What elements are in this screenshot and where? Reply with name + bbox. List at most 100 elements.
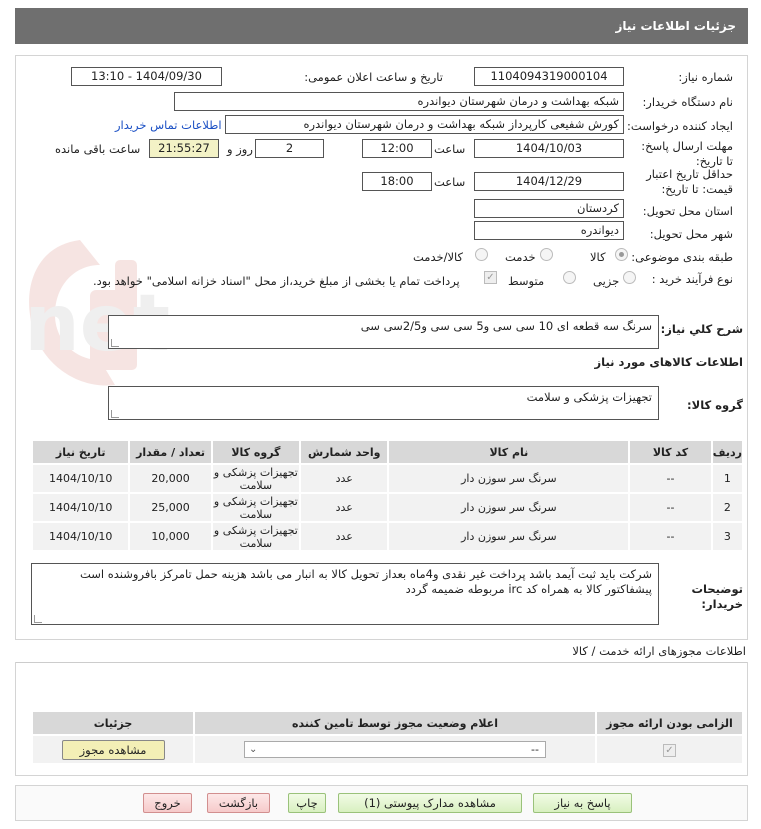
col-code: کد کالا xyxy=(630,441,711,463)
cell-unit: عدد xyxy=(301,494,388,521)
category-radio-goods[interactable] xyxy=(615,248,628,261)
required-checkbox[interactable]: ✓ xyxy=(663,743,676,757)
table-row[interactable]: 2 -- سرنگ سر سوزن دار عدد تجهیزات پزشکی … xyxy=(33,494,742,521)
days-field[interactable]: 2 xyxy=(255,139,324,158)
cell-name: سرنگ سر سوزن دار xyxy=(389,465,629,492)
cell-group: تجهیزات پزشکی و سلامت xyxy=(212,523,300,550)
buyer-org-field[interactable]: شبکه بهداشت و درمان شهرستان دیواندره xyxy=(174,92,624,111)
cell-row: 3 xyxy=(712,523,742,550)
table-row[interactable]: 3 -- سرنگ سر سوزن دار عدد تجهیزات پزشکی … xyxy=(33,523,742,550)
cell-date: 1404/10/10 xyxy=(33,523,129,550)
cell-date: 1404/10/10 xyxy=(33,465,129,492)
license-heading: اطلاعات مجوزهای ارائه خدمت / کالا xyxy=(572,644,746,658)
reply-button[interactable]: پاسخ به نیاز xyxy=(533,793,632,813)
cell-row: 2 xyxy=(712,494,742,521)
resize-handle-icon[interactable] xyxy=(111,410,119,418)
summary-label: شرح کلي نياز: xyxy=(660,322,743,336)
cell-qty: 25,000 xyxy=(130,494,211,521)
buyer-notes-textarea[interactable]: شرکت باید ثبت آیمد باشد پرداخت غیر نقدی … xyxy=(31,563,659,625)
cell-required: ✓ xyxy=(597,736,742,763)
creator-label: ایجاد کننده درخواست: xyxy=(627,119,733,133)
back-button[interactable]: بازگشت xyxy=(207,793,270,813)
col-row: ردیف xyxy=(712,441,742,463)
view-license-button[interactable]: مشاهده مجوز xyxy=(61,739,165,760)
license-table-header: الزامی بودن ارائه مجوز اعلام وضعیت مجوز … xyxy=(33,712,742,734)
col-date: تاریخ نیاز xyxy=(33,441,129,463)
announce-field[interactable]: 1404/09/30 - 13:10 xyxy=(71,67,222,86)
process-radio-medium[interactable] xyxy=(563,271,576,284)
city-field[interactable]: دیواندره xyxy=(474,221,624,240)
cell-code: -- xyxy=(630,494,711,521)
items-table: ردیف کد کالا نام کالا واحد شمارش گروه کا… xyxy=(31,439,744,552)
chevron-down-icon: ⌄ xyxy=(249,744,258,755)
col-qty: تعداد / مقدار xyxy=(130,441,211,463)
cell-status: -- ⌄ xyxy=(195,736,595,763)
deadline-time-label: ساعت xyxy=(434,142,466,156)
process-option-medium: متوسط xyxy=(508,274,545,288)
buyer-notes-text: شرکت باید ثبت آیمد باشد پرداخت غیر نقدی … xyxy=(79,567,652,596)
category-radio-service[interactable] xyxy=(540,248,553,261)
days-label: روز و xyxy=(227,142,253,156)
cell-group: تجهیزات پزشکی و سلامت xyxy=(212,494,300,521)
need-number-field[interactable]: 1104094319000104 xyxy=(474,67,624,86)
goods-heading: اطلاعات کالاهای مورد نیاز xyxy=(594,355,743,369)
category-radio-both[interactable] xyxy=(475,248,488,261)
cell-code: -- xyxy=(630,465,711,492)
goods-group-label: گروه کالا: xyxy=(687,398,743,412)
treasury-checkbox[interactable]: ✓ xyxy=(484,271,497,284)
province-field[interactable]: کردستان xyxy=(474,199,624,218)
items-table-header: ردیف کد کالا نام کالا واحد شمارش گروه کا… xyxy=(33,441,742,463)
process-label: نوع فرآیند خرید : xyxy=(651,272,733,286)
contact-info-link[interactable]: اطلاعات تماس خریدار xyxy=(115,118,222,132)
cell-group: تجهیزات پزشکی و سلامت xyxy=(212,465,300,492)
cell-unit: عدد xyxy=(301,465,388,492)
process-option-minor: جزیی xyxy=(593,274,620,288)
process-radio-minor[interactable] xyxy=(623,271,636,284)
validity-time-label: ساعت xyxy=(434,175,466,189)
validity-time-field[interactable]: 18:00 xyxy=(362,172,432,191)
validity-date-field[interactable]: 1404/12/29 xyxy=(474,172,624,191)
cell-qty: 10,000 xyxy=(130,523,211,550)
license-status-select[interactable]: -- ⌄ xyxy=(244,741,546,758)
resize-handle-icon[interactable] xyxy=(111,339,119,347)
col-group: گروه کالا xyxy=(212,441,300,463)
cell-details: مشاهده مجوز xyxy=(33,736,193,763)
creator-field[interactable]: کورش شفیعی کارپرداز شبکه بهداشت و درمان … xyxy=(225,115,624,134)
resize-handle-icon[interactable] xyxy=(34,615,42,623)
cell-unit: عدد xyxy=(301,523,388,550)
table-row[interactable]: 1 -- سرنگ سر سوزن دار عدد تجهیزات پزشکی … xyxy=(33,465,742,492)
summary-textarea[interactable]: سرنگ سه قطعه ای 10 سی سی و5 سی سی و2/5سی… xyxy=(108,315,659,349)
page-title: جزئیات اطلاعات نیاز xyxy=(15,8,748,44)
need-number-label: شماره نیاز: xyxy=(678,70,733,84)
col-required: الزامی بودن ارائه مجوز xyxy=(597,712,742,734)
buyer-notes-label: توضیحات خریدار: xyxy=(691,582,744,611)
buyer-org-label: نام دستگاه خریدار: xyxy=(642,95,733,109)
category-option-both: کالا/خدمت xyxy=(413,250,464,264)
treasury-note: پرداخت تمام یا بخشی از مبلغ خرید،از محل … xyxy=(93,274,460,288)
col-name: نام کالا xyxy=(389,441,629,463)
validity-label: حداقل تاریخ اعتبار قیمت: تا تاریخ: xyxy=(646,167,733,196)
exit-button[interactable]: خروج xyxy=(143,793,192,813)
table-row: ✓ -- ⌄ مشاهده مجوز xyxy=(33,736,742,763)
category-option-goods: کالا xyxy=(590,250,606,264)
col-unit: واحد شمارش xyxy=(301,441,388,463)
city-label: شهر محل تحویل: xyxy=(649,227,733,241)
cell-code: -- xyxy=(630,523,711,550)
goods-group-textarea[interactable]: تجهیزات پزشکی و سلامت xyxy=(108,386,659,420)
announce-label: تاریخ و ساعت اعلان عمومی: xyxy=(304,70,443,84)
print-button[interactable]: چاپ xyxy=(288,793,326,813)
deadline-label: مهلت ارسال پاسخ: تا تاریخ: xyxy=(641,139,733,168)
deadline-date-field[interactable]: 1404/10/03 xyxy=(474,139,624,158)
cell-date: 1404/10/10 xyxy=(33,494,129,521)
remaining-time-field: 21:55:27 xyxy=(149,139,219,158)
col-details: جزئیات xyxy=(33,712,193,734)
category-label: طبقه بندی موضوعی: xyxy=(631,250,733,264)
summary-text: سرنگ سه قطعه ای 10 سی سی و5 سی سی و2/5سی… xyxy=(360,319,652,333)
license-table: الزامی بودن ارائه مجوز اعلام وضعیت مجوز … xyxy=(31,710,744,765)
attachments-button[interactable]: مشاهده مدارک پیوستی (1) xyxy=(338,793,522,813)
cell-qty: 20,000 xyxy=(130,465,211,492)
col-status: اعلام وضعیت مجوز توسط تامین کننده xyxy=(195,712,595,734)
cell-name: سرنگ سر سوزن دار xyxy=(389,523,629,550)
deadline-time-field[interactable]: 12:00 xyxy=(362,139,432,158)
license-status-value: -- xyxy=(531,743,539,756)
